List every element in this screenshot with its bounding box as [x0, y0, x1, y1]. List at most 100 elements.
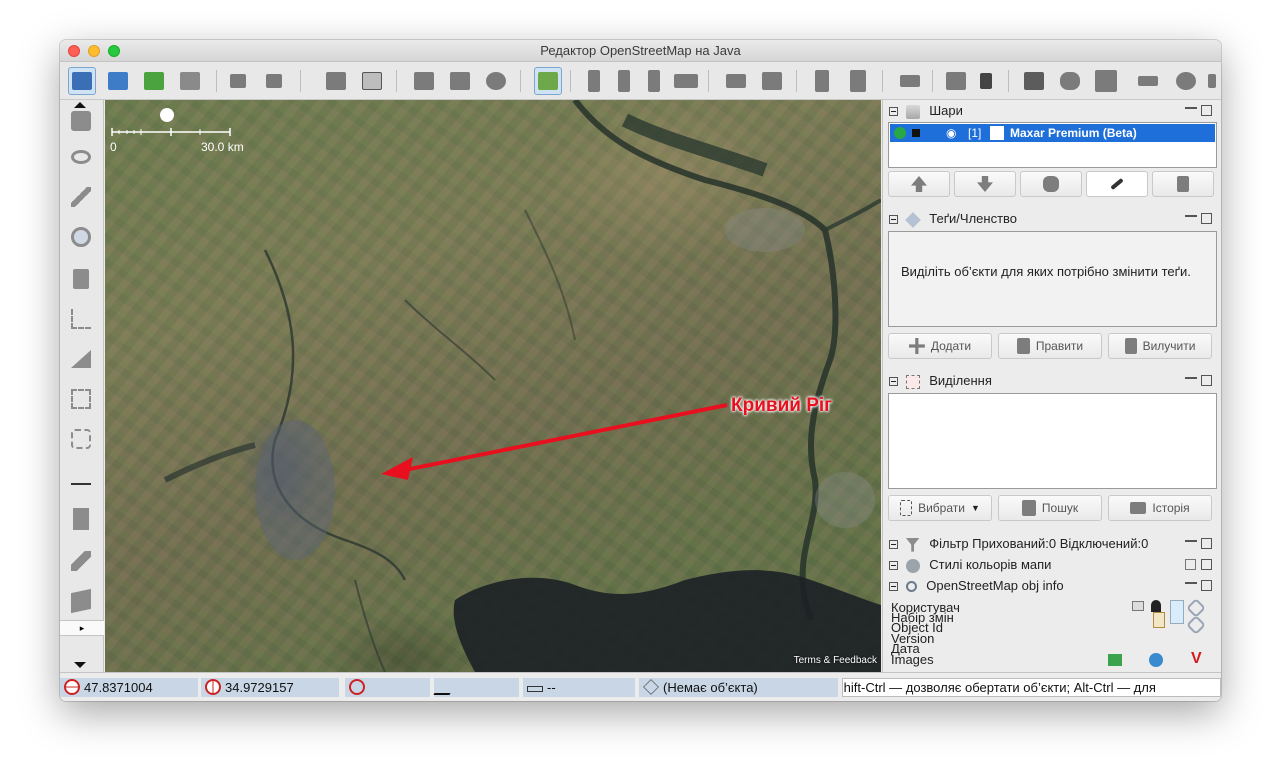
document-icon[interactable] — [1153, 612, 1165, 628]
pin-icon[interactable] — [1185, 582, 1197, 590]
redo-icon[interactable] — [260, 67, 288, 95]
track-icon[interactable] — [610, 67, 638, 95]
close-panel-icon[interactable] — [1201, 213, 1212, 224]
car-icon[interactable] — [722, 67, 750, 95]
stack-icon[interactable] — [66, 586, 96, 616]
edit-tag-button[interactable]: Правити — [998, 333, 1102, 359]
zoom-fit-icon[interactable] — [534, 67, 562, 95]
rail-icon[interactable] — [1092, 67, 1120, 95]
close-panel-icon[interactable] — [1201, 580, 1212, 591]
zoom-window-button[interactable] — [108, 45, 120, 57]
undo-icon[interactable] — [224, 67, 252, 95]
pin-icon[interactable] — [1185, 540, 1197, 548]
select-icon[interactable] — [972, 67, 1000, 95]
nodes-icon[interactable] — [1020, 67, 1048, 95]
history-button[interactable]: Історія — [1108, 495, 1212, 521]
select-button[interactable]: Вибрати ▼ — [888, 495, 992, 521]
lasso-icon[interactable] — [66, 142, 96, 172]
presets-icon[interactable] — [358, 67, 386, 95]
map-pin-icon[interactable] — [1108, 654, 1122, 666]
pin-icon[interactable] — [1185, 377, 1197, 385]
open-icon[interactable] — [68, 67, 96, 95]
objinfo-header[interactable]: OpenStreetMap obj info — [889, 576, 1064, 596]
globe-icon[interactable] — [1149, 653, 1163, 667]
edit-icon — [1016, 338, 1030, 354]
pin-icon[interactable] — [1185, 215, 1197, 223]
delete-icon[interactable] — [66, 264, 96, 294]
split-icon[interactable] — [66, 304, 96, 334]
layers-header[interactable]: Шари — [889, 101, 963, 121]
highway-icon[interactable] — [580, 67, 608, 95]
scroll-down-icon[interactable] — [74, 662, 86, 668]
collapse-toggle-icon[interactable] — [889, 215, 898, 225]
collapse-toggle-icon[interactable] — [889, 377, 898, 387]
pin-icon[interactable] — [1185, 107, 1197, 115]
restaurant-icon[interactable] — [844, 67, 872, 95]
layer-visibility-icon[interactable]: ◉ — [946, 124, 956, 142]
align-icon[interactable] — [66, 424, 96, 454]
user-profile-icon[interactable] — [1132, 601, 1144, 611]
close-panel-icon[interactable] — [1201, 559, 1212, 570]
preferences-icon[interactable] — [322, 67, 350, 95]
filter-header[interactable]: Фільтр Прихований:0 Відключений:0 — [889, 534, 1148, 554]
selection-header[interactable]: Виділення — [889, 371, 992, 391]
area-icon[interactable] — [1056, 67, 1084, 95]
search-button[interactable]: Пошук — [998, 495, 1102, 521]
tags-header[interactable]: Теґи/Членство — [889, 209, 1017, 229]
close-panel-icon[interactable] — [1201, 105, 1212, 116]
shop-icon[interactable] — [808, 67, 836, 95]
draw-icon[interactable] — [66, 182, 96, 212]
terms-link[interactable]: Terms & Feedback — [794, 655, 877, 666]
close-panel-icon[interactable] — [1201, 538, 1212, 549]
layer-active-icon[interactable] — [894, 127, 906, 139]
door-icon[interactable] — [66, 504, 96, 534]
combine-icon[interactable] — [66, 384, 96, 414]
link-icon[interactable] — [1186, 615, 1206, 635]
delete-layer-button[interactable] — [1152, 171, 1214, 197]
expand-arrow-icon[interactable]: ▸ — [60, 620, 104, 636]
save-icon[interactable] — [176, 67, 204, 95]
selection-list[interactable] — [888, 393, 1217, 489]
minimize-window-button[interactable] — [88, 45, 100, 57]
close-window-button[interactable] — [68, 45, 80, 57]
signals-icon[interactable] — [640, 67, 668, 95]
add-tag-button[interactable]: Додати — [888, 333, 992, 359]
layer-row[interactable]: ◉ [1] Maxar Premium (Beta) — [890, 124, 1215, 142]
more-tools-icon[interactable] — [1206, 67, 1218, 95]
combine-way-icon[interactable] — [446, 67, 474, 95]
styles-header[interactable]: Стилі кольорів мапи — [889, 555, 1051, 575]
refresh-icon[interactable] — [482, 67, 510, 95]
visibility-button[interactable] — [1086, 171, 1148, 197]
split-way-icon[interactable] — [410, 67, 438, 95]
bus-icon[interactable] — [758, 67, 786, 95]
move-down-button[interactable] — [954, 171, 1016, 197]
close-panel-icon[interactable] — [1201, 375, 1212, 386]
castle-icon[interactable] — [896, 67, 924, 95]
delete-tag-button[interactable]: Вилучити — [1108, 333, 1212, 359]
pencil-icon[interactable] — [66, 546, 96, 576]
expand-toggle-icon[interactable] — [889, 540, 898, 550]
link-icon[interactable] — [1186, 598, 1206, 618]
osm-icon[interactable] — [1172, 67, 1200, 95]
user-icon[interactable] — [1151, 600, 1161, 612]
merge-button[interactable] — [1020, 171, 1082, 197]
zoom-slider-handle[interactable] — [160, 108, 174, 122]
changeset-icon[interactable] — [1170, 600, 1184, 624]
settings-icon[interactable] — [1185, 559, 1196, 570]
select-tool-icon[interactable] — [66, 106, 96, 136]
industrial-icon[interactable] — [942, 67, 970, 95]
building-icon[interactable] — [672, 67, 700, 95]
map-view[interactable]: 0 30.0 km Кривий Ріг Terms & Feedback — [105, 100, 881, 672]
move-node-icon[interactable] — [66, 464, 96, 494]
triangle-icon[interactable] — [66, 344, 96, 374]
expand-toggle-icon[interactable] — [889, 561, 898, 571]
collapse-toggle-icon[interactable] — [889, 582, 898, 592]
dropdown-arrow-icon[interactable]: ▼ — [971, 503, 980, 513]
upload-icon[interactable] — [104, 67, 132, 95]
zoom-icon[interactable] — [66, 222, 96, 252]
ruler-icon[interactable] — [1134, 67, 1162, 95]
move-up-button[interactable] — [888, 171, 950, 197]
close-v-icon[interactable]: V — [1191, 650, 1202, 668]
download-icon[interactable] — [140, 67, 168, 95]
collapse-toggle-icon[interactable] — [889, 107, 898, 117]
